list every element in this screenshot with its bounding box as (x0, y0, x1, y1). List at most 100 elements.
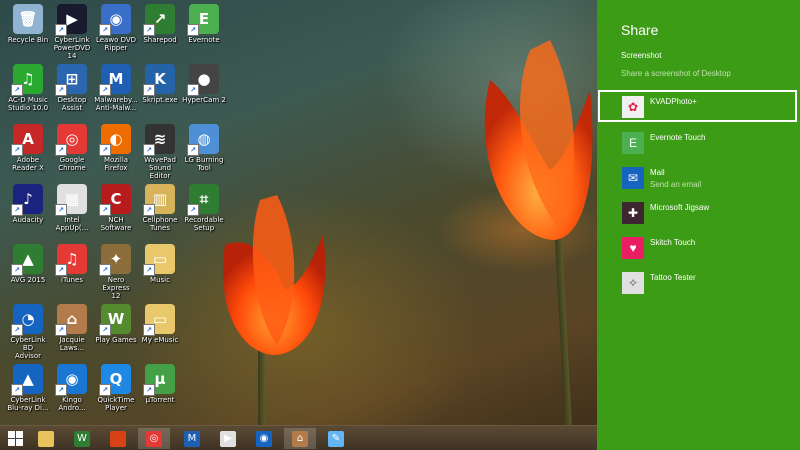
shortcut-arrow-icon: ↗ (11, 204, 23, 216)
share-app-skitch-touch[interactable]: ♥ Skitch Touch (598, 231, 797, 263)
shortcut-arrow-icon: ↗ (143, 264, 155, 276)
shortcut-arrow-icon: ↗ (99, 264, 111, 276)
desktop-icon-label: Music (150, 276, 170, 284)
taskbar-explorer[interactable] (30, 428, 62, 449)
desktop-icon-label: Jacquie Laws... (59, 336, 85, 352)
desktop-icon[interactable]: 🗑 Recycle Bin (6, 4, 50, 44)
desktop-icon[interactable]: ◎ ↗ Google Chrome (50, 124, 94, 172)
taskbar-jacquie[interactable]: ⌂ (284, 428, 316, 449)
file-explorer-icon (38, 430, 54, 447)
malwarebytes-icon: M ↗ (99, 64, 131, 96)
taskbar-media[interactable]: ◉ (248, 428, 280, 449)
desktop-icon[interactable]: A ↗ Adobe Reader X (6, 124, 50, 172)
desktop-icon-label: AC-D Music Studio 10.0 (7, 96, 49, 112)
desktop-icon-label: Mozilla Firefox (103, 156, 129, 172)
desktop-icon[interactable]: ▥ ↗ Cellphone Tunes (138, 184, 182, 232)
shortcut-arrow-icon: ↗ (187, 144, 199, 156)
shortcut-arrow-icon: ↗ (143, 24, 155, 36)
desktop-icon-label: Skript.exe (142, 96, 178, 104)
shortcut-arrow-icon: ↗ (187, 204, 199, 216)
intel-appup-icon: ▦ ↗ (55, 184, 87, 216)
desktop-icon[interactable]: ↗ ↗ Sharepod (138, 4, 182, 44)
share-app-mail[interactable]: ✉ Mail Send an email (598, 161, 797, 193)
desktop-icon[interactable]: ◐ ↗ Mozilla Firefox (94, 124, 138, 172)
itunes-icon: ♫ ↗ (55, 244, 87, 276)
taskbar-paint[interactable]: ✎ (320, 428, 352, 449)
desktop-icon-label: CyberLink Blu-ray Di... (7, 396, 49, 412)
share-app-evernote-touch[interactable]: E Evernote Touch (598, 126, 797, 158)
desktop-icon[interactable]: ♪ ↗ Audacity (6, 184, 50, 224)
leawo-icon: ◉ ↗ (99, 4, 131, 36)
desktop-icon[interactable]: ▦ ↗ Intel AppUp(... (50, 184, 94, 232)
taskbar-store[interactable] (102, 428, 134, 449)
desktop-icon[interactable]: M ↗ Malwareby... Anti-Malw... (94, 64, 138, 112)
play-games-icon: W (74, 430, 90, 447)
windows-logo-pane (8, 430, 15, 438)
desktop-icon[interactable]: ≋ ↗ WavePad Sound Editor (138, 124, 182, 180)
desktop-icon-label: WavePad Sound Editor (144, 156, 176, 180)
desktop-icon[interactable]: ♫ ↗ iTunes (50, 244, 94, 284)
desktop-icon[interactable]: ⌗ ↗ Recordable Setup (182, 184, 226, 232)
desktop-icon[interactable]: ▭ ↗ My eMusic (138, 304, 182, 344)
shortcut-arrow-icon: ↗ (99, 84, 111, 96)
shortcut-arrow-icon: ↗ (143, 324, 155, 336)
start-button[interactable] (0, 428, 32, 449)
shortcut-arrow-icon: ↗ (143, 204, 155, 216)
desktop-icon[interactable]: ✦ ↗ Nero Express 12 (94, 244, 138, 300)
paint-icon: ✎ (328, 430, 344, 447)
taskbar-video[interactable]: ▶ (212, 428, 244, 449)
desktop-icon[interactable]: ● ↗ HyperCam 2 (182, 64, 226, 104)
taskbar-chrome[interactable]: ◎ (138, 428, 170, 449)
shortcut-arrow-icon: ↗ (187, 24, 199, 36)
desktop-icon[interactable]: ◉ ↗ Kingo Andro... (50, 364, 94, 412)
skript-icon: K ↗ (143, 64, 175, 96)
shortcut-arrow-icon: ↗ (55, 144, 67, 156)
desktop-icon-label: Sharepod (143, 36, 177, 44)
desktop-icon-label: My eMusic (141, 336, 179, 344)
share-app-name: KVADPhoto+ (650, 97, 697, 106)
desktop-icon[interactable]: ⌂ ↗ Jacquie Laws... (50, 304, 94, 352)
desktop-icon-label: µTorrent (145, 396, 175, 404)
kingo-icon: ◉ ↗ (55, 364, 87, 396)
media-center-icon: ◉ (256, 430, 272, 447)
play-games-icon: W ↗ (99, 304, 131, 336)
nch-icon: C ↗ (99, 184, 131, 216)
shortcut-arrow-icon: ↗ (55, 24, 67, 36)
desktop-icon[interactable]: ▲ ↗ CyberLink Blu-ray Di... (6, 364, 50, 412)
powerdvd-icon: ▶ ↗ (55, 4, 87, 36)
share-app-microsoft-jigsaw[interactable]: ✚ Microsoft Jigsaw (598, 196, 797, 228)
shortcut-arrow-icon: ↗ (55, 384, 67, 396)
desktop-icon-label: iTunes (61, 276, 83, 284)
desktop-icon-label: QuickTime Player (97, 396, 135, 412)
desktop[interactable]: 🗑 Recycle Bin ▶ ↗ CyberLink PowerDVD 14 ◉ ↗ Lea… (0, 0, 597, 450)
desktop-icon-label: CyberLink BD Advisor (10, 336, 46, 360)
desktop-icon[interactable]: µ ↗ µTorrent (138, 364, 182, 404)
desktop-icon[interactable]: ♫ ↗ AC-D Music Studio 10.0 (6, 64, 50, 112)
desktop-icon[interactable]: ◔ ↗ CyberLink BD Advisor (6, 304, 50, 360)
taskbar-play-games[interactable]: W (66, 428, 98, 449)
desktop-icon[interactable]: ◍ ↗ LG Burning Tool (182, 124, 226, 172)
windows-logo-pane (16, 430, 23, 438)
desktop-icon[interactable]: C ↗ NCH Software (94, 184, 138, 232)
jacquie-icon: ⌂ (292, 430, 308, 447)
desktop-icon[interactable]: Q ↗ QuickTime Player (94, 364, 138, 412)
desktop-icon[interactable]: ▲ ↗ AVG 2015 (6, 244, 50, 284)
share-app-tattoo-tester[interactable]: ✧ Tattoo Tester (598, 266, 797, 298)
shortcut-arrow-icon: ↗ (11, 384, 23, 396)
taskbar-malwarebytes[interactable]: M (176, 428, 208, 449)
music-studio-icon: ♫ ↗ (11, 64, 43, 96)
desktop-icon[interactable]: W ↗ Play Games (94, 304, 138, 344)
shortcut-arrow-icon: ↗ (187, 84, 199, 96)
desktop-icon-label: CyberLink PowerDVD 14 (53, 36, 91, 60)
desktop-icon[interactable]: K ↗ Skript.exe (138, 64, 182, 104)
desktop-icon[interactable]: ⊞ ↗ Desktop Assist (50, 64, 94, 112)
share-app-subtitle: Send an email (650, 180, 702, 189)
desktop-icon[interactable]: ▭ ↗ Music (138, 244, 182, 284)
desktop-icon[interactable]: ▶ ↗ CyberLink PowerDVD 14 (50, 4, 94, 60)
bd-advisor-icon: ◔ ↗ (11, 304, 43, 336)
share-app-kvadphoto[interactable]: ✿ KVADPhoto+ (598, 90, 797, 122)
desktop-icon[interactable]: E ↗ Evernote (182, 4, 226, 44)
desktop-icon-label: Evernote (188, 36, 220, 44)
desktop-icon[interactable]: ◉ ↗ Leawo DVD Ripper (94, 4, 138, 52)
shortcut-arrow-icon: ↗ (143, 384, 155, 396)
